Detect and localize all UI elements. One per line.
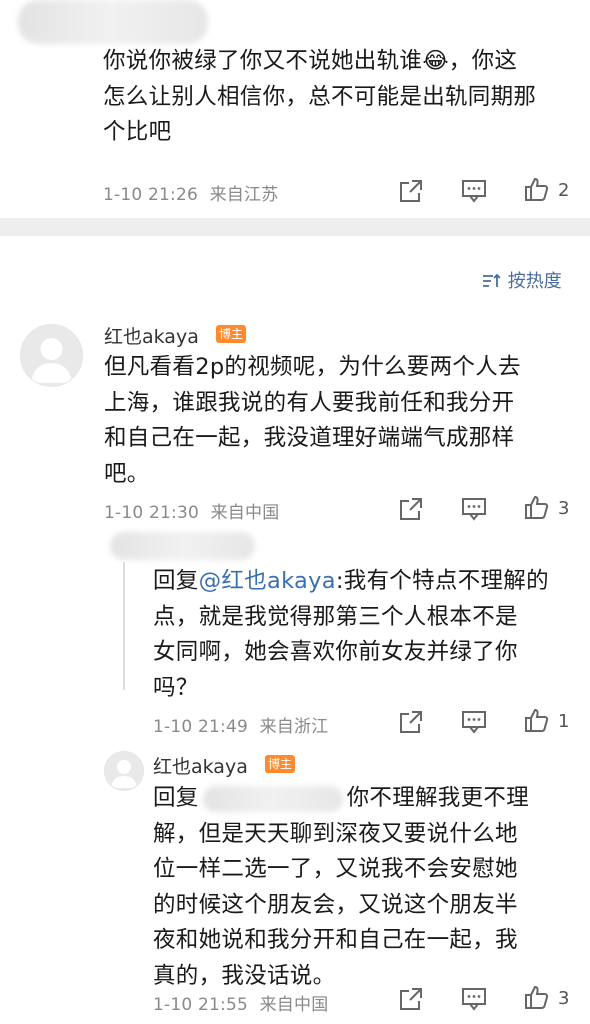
comment-line: 解，但是天天聊到深夜又要说什么地	[153, 820, 518, 847]
comment-line: 女同啊，她会喜欢你前女友并绿了你	[153, 639, 518, 665]
blurred-avatar-username	[110, 532, 255, 560]
reply-text-2: 回复 你不理解我更不理 解，但是天天聊到深夜又要说什么地 位一样二选一了，又说我不…	[153, 781, 578, 994]
timestamp: 1-10 21:55	[153, 995, 248, 1015]
comment-line: 你说你被绿了你又不说她出轨谁😂，你这	[103, 48, 518, 74]
comment-line: 真的，我没话说。	[153, 962, 336, 989]
reply-text-1: 回复@红也akaya:我有个特点不理解的 点，就是我觉得那第三个人根本不是 女同…	[153, 564, 578, 706]
comment-line: 的时候这个朋友会，又说这个朋友半	[153, 891, 518, 918]
thumbs-up-icon[interactable]	[523, 984, 549, 1010]
timestamp: 1-10 21:49	[153, 717, 248, 737]
reply-prefix: 回复	[153, 568, 199, 594]
comment-line: 位一样二选一了，又说我不会安慰她	[153, 856, 518, 882]
comment-line: 夜和她说和我分开和自己在一起，我	[153, 927, 518, 953]
blurred-avatar-username	[18, 0, 208, 44]
comment-line: 吧。	[104, 460, 150, 487]
comment-text-main: 但凡看看2p的视频呢，为什么要两个人去 上海，谁跟我说的有人要我前任和我分开 和…	[104, 350, 574, 492]
reply-prefix: 回复	[153, 785, 199, 811]
like-count: 3	[558, 498, 570, 519]
thumbs-up-icon[interactable]	[523, 494, 549, 520]
share-icon[interactable]	[398, 178, 424, 204]
comment-line: 但凡看看2p的视频呢，为什么要两个人去	[104, 354, 521, 380]
comment-text-top: 你说你被绿了你又不说她出轨谁😂，你这 怎么让别人相信你，总不可能是出轨同期那 个…	[103, 44, 573, 151]
reply-text: 你不理解我更不理	[346, 785, 530, 811]
thumbs-up-icon[interactable]	[523, 176, 549, 202]
share-icon[interactable]	[398, 986, 424, 1012]
avatar[interactable]	[20, 324, 83, 387]
comment-line: 怎么让别人相信你，总不可能是出轨同期那	[103, 83, 537, 110]
sort-by-hot-button[interactable]: 按热度	[482, 267, 562, 293]
author-badge: 博主	[265, 755, 296, 773]
location: 来自江苏	[209, 185, 279, 205]
section-divider	[0, 218, 590, 236]
sort-label: 按热度	[507, 271, 562, 292]
default-avatar-icon	[31, 338, 72, 383]
username[interactable]: 红也akaya	[104, 322, 199, 349]
thumbs-up-icon[interactable]	[523, 707, 549, 733]
comment-line: 上海，谁跟我说的有人要我前任和我分开	[104, 389, 515, 416]
comment-icon[interactable]	[461, 496, 487, 522]
comment-icon[interactable]	[461, 178, 487, 204]
author-badge: 博主	[216, 325, 247, 343]
share-icon[interactable]	[398, 496, 424, 522]
thread-line	[123, 562, 125, 690]
avatar[interactable]	[104, 751, 144, 791]
mention-link[interactable]: @红也akaya	[199, 568, 336, 594]
location: 来自浙江	[259, 717, 329, 737]
comment-line: 回复@红也akaya:我有个特点不理解的	[153, 564, 578, 600]
location: 来自中国	[210, 503, 280, 523]
location: 来自中国	[259, 995, 329, 1015]
reply-text: :我有个特点不理解的	[335, 568, 549, 594]
like-count: 2	[558, 180, 570, 201]
comment-meta-main: 1-10 21:30 来自中国	[104, 498, 279, 523]
reply-meta-2: 1-10 21:55 来自中国	[153, 990, 328, 1015]
username[interactable]: 红也akaya	[153, 752, 248, 779]
comment-line: 吗？	[153, 674, 199, 701]
comment-icon[interactable]	[461, 709, 487, 735]
reply-meta-1: 1-10 21:49 来自浙江	[153, 712, 328, 737]
like-count: 3	[558, 988, 570, 1009]
default-avatar-icon	[111, 760, 137, 788]
blurred-mention	[202, 785, 343, 812]
comment-meta-top: 1-10 21:26 来自江苏	[103, 180, 278, 205]
timestamp: 1-10 21:30	[104, 503, 199, 523]
share-icon[interactable]	[398, 709, 424, 735]
timestamp: 1-10 21:26	[103, 185, 198, 205]
comment-line: 和自己在一起，我没道理好端端气成那样	[104, 425, 515, 451]
comment-line: 点，就是我觉得那第三个人根本不是	[153, 603, 518, 630]
sort-icon	[482, 271, 508, 292]
comment-line: 个比吧	[103, 119, 172, 145]
like-count: 1	[558, 711, 570, 732]
comment-line: 回复 你不理解我更不理	[153, 781, 578, 817]
comment-icon[interactable]	[461, 986, 487, 1012]
